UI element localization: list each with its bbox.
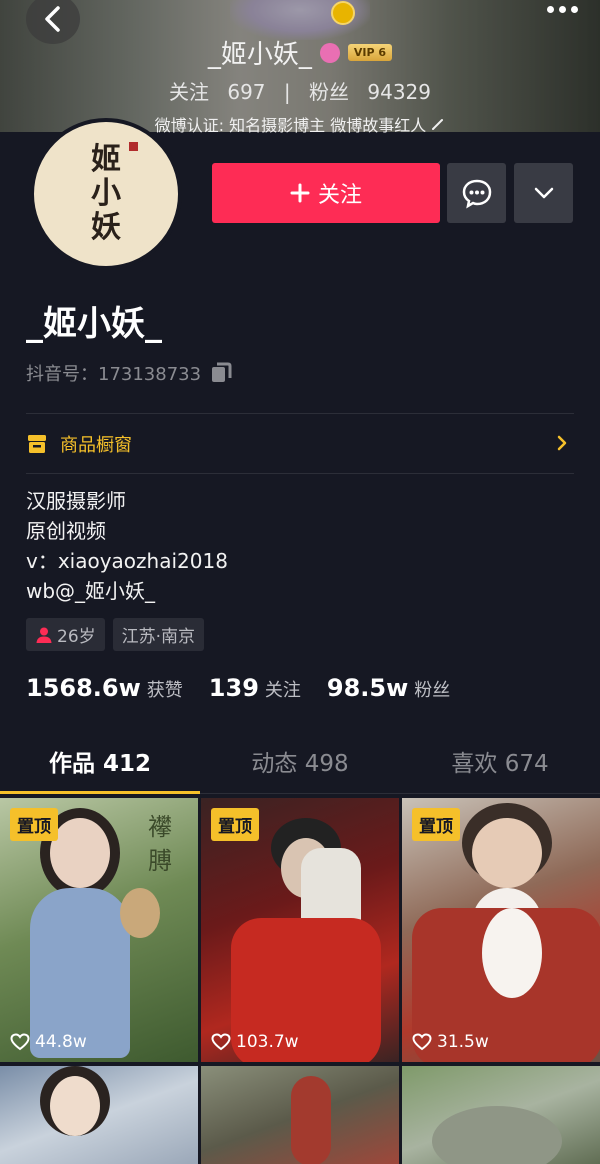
header-stats: 关注 697 | 粉丝 94329 [0,76,600,105]
heart-icon [10,1033,30,1051]
female-user-icon [36,627,52,643]
video-thumbnail[interactable] [201,1066,399,1164]
pinned-badge: 置顶 [211,808,259,841]
tab-posts[interactable]: 动态 498 [200,736,400,793]
fans-label[interactable]: 粉丝 [414,676,450,702]
divider [26,413,574,414]
recommend-dropdown-button[interactable] [514,163,573,223]
bio-line: v：xiaoyaozhai2018 [26,549,228,573]
header-fans-label: 粉丝 [309,80,350,104]
douyin-id: 抖音号：173138733 [26,360,233,386]
bio-line: 原创视频 [26,519,106,543]
avatar[interactable]: 姬 小 妖 [30,118,182,270]
bio-line: 汉服摄影师 [26,489,126,513]
header-fans-count[interactable]: 94329 [367,80,431,104]
more-options-button[interactable] [547,6,578,13]
shop-window-row[interactable]: 商品橱窗 [26,428,574,460]
shop-icon [28,435,46,453]
video-thumbnail[interactable] [402,1066,600,1164]
header-separator: | [283,80,291,104]
username: _姬小妖_ [26,304,162,344]
search-badge-icon [319,42,340,63]
chevron-right-icon [557,435,567,451]
fans-count[interactable]: 98.5w [327,674,408,702]
divider [26,473,574,474]
like-count: 31.5w [412,1032,489,1052]
header-name-text: _姬小妖_ [207,40,312,70]
profile-stats: 1568.6w 获赞 139 关注 98.5w 粉丝 [26,674,476,702]
seal-stamp-icon [129,142,138,151]
douyin-id-text: 抖音号：173138733 [26,364,202,385]
avatar-calligraphy: 姬 小 妖 [91,142,121,245]
pinned-badge: 置顶 [10,808,58,841]
likes-count: 1568.6w [26,674,141,702]
heart-icon [412,1033,432,1051]
location-tag: 江苏·南京 [112,618,205,651]
video-thumbnail[interactable] [0,1066,198,1164]
following-count[interactable]: 139 [209,674,259,702]
thumbnail-caption: 襻 膊 [148,813,172,875]
certification-label: 微博认证: 知名摄影博主 微博故事红人 [154,116,427,135]
age-tag: 26岁 [26,618,105,651]
tab-likes[interactable]: 喜欢 674 [400,736,600,793]
edit-pencil-icon [432,119,444,130]
content-tabs: 作品 412 动态 498 喜欢 674 [0,736,600,794]
chevron-down-icon [534,187,553,199]
plus-icon [290,183,310,203]
follow-button-label: 关注 [317,183,362,208]
verified-badge-icon [331,1,355,25]
follow-button[interactable]: 关注 [212,163,440,223]
header-name: _姬小妖_ VIP 6 [0,34,600,71]
vip-badge: VIP 6 [347,44,393,61]
header-following-label: 关注 [169,80,209,104]
following-label[interactable]: 关注 [265,676,301,702]
header-following-count[interactable]: 697 [227,80,265,104]
shop-window-label: 商品橱窗 [60,435,132,456]
video-thumbnail[interactable]: 置顶 31.5w [402,798,600,1062]
video-thumbnail[interactable]: 置顶 103.7w [201,798,399,1062]
heart-icon [211,1033,231,1051]
more-dots-icon [547,6,554,13]
copy-icon[interactable] [209,361,233,385]
chevron-left-icon [45,6,60,32]
likes-label: 获赞 [146,680,183,701]
bio: 汉服摄影师 原创视频 v：xiaoyaozhai2018 wb@_姬小妖_ [26,486,228,606]
chat-bubble-icon [462,179,491,209]
message-button[interactable] [447,163,506,223]
age-text: 26岁 [57,627,96,647]
bio-line: wb@_姬小妖_ [26,579,156,603]
video-thumbnail[interactable]: 襻 膊 置顶 44.8w [0,798,198,1062]
like-count: 44.8w [10,1032,87,1052]
pinned-badge: 置顶 [412,808,460,841]
tab-works[interactable]: 作品 412 [0,736,200,794]
like-count: 103.7w [211,1032,299,1052]
location-text: 江苏·南京 [121,627,196,647]
profile-tags: 26岁 江苏·南京 [26,618,205,651]
